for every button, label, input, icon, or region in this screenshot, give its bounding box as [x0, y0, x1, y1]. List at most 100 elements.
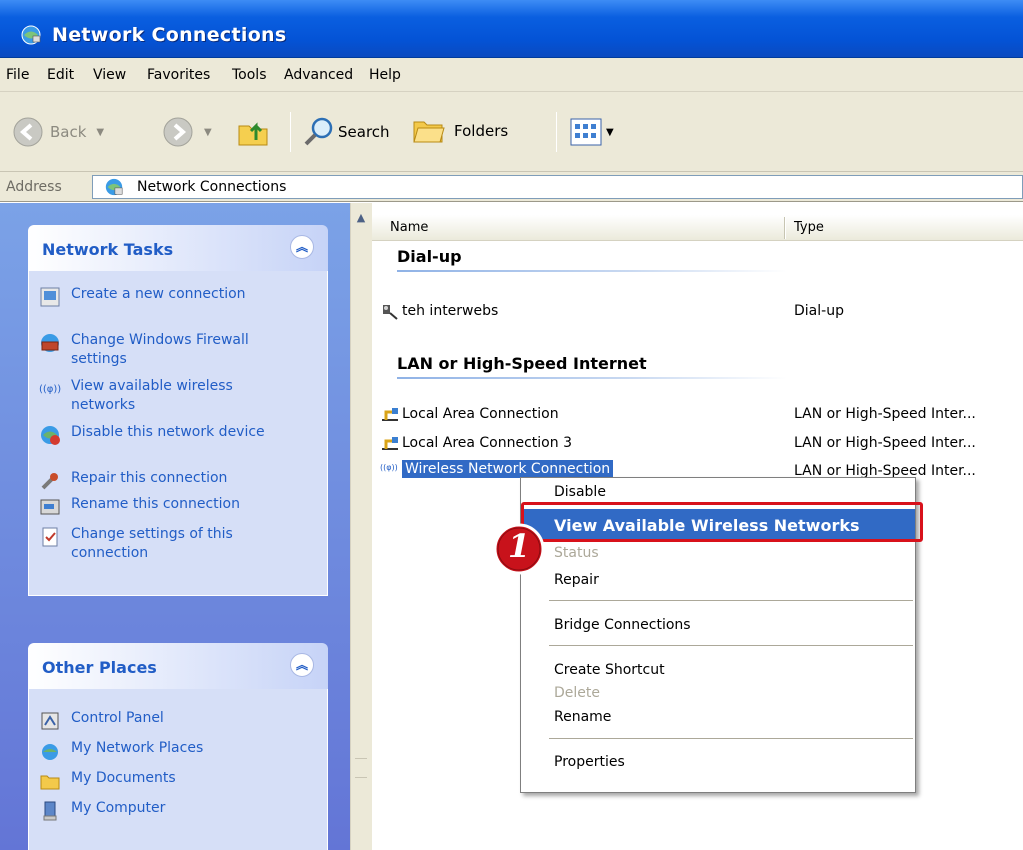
address-bar: Address Network Connections — [0, 172, 1023, 202]
menu-item-disable[interactable]: Disable — [521, 479, 915, 505]
task-view-wireless[interactable]: ((φ)) View available wireless networks — [39, 377, 281, 415]
column-header: Name Type — [372, 215, 1023, 241]
place-my-network-places[interactable]: My Network Places — [39, 739, 281, 762]
other-places-header[interactable]: Other Places ︽ — [28, 643, 328, 689]
settings-icon — [42, 527, 58, 547]
group-divider — [397, 377, 787, 379]
list-item[interactable]: Local Area Connection 3 — [380, 433, 572, 453]
address-field[interactable]: Network Connections — [92, 175, 1023, 199]
item-type: LAN or High-Speed Inter... — [794, 406, 976, 422]
task-repair-connection[interactable]: Repair this connection — [39, 469, 281, 492]
network-tasks-header[interactable]: Network Tasks ︽ — [28, 225, 328, 271]
up-folder-icon — [238, 122, 268, 146]
views-button[interactable]: ▼ — [570, 118, 614, 146]
menu-item-repair[interactable]: Repair — [521, 567, 915, 593]
svg-text:((φ)): ((φ)) — [39, 384, 61, 395]
back-label: Back — [50, 123, 87, 141]
address-label: Address — [6, 179, 62, 195]
views-icon — [570, 118, 602, 146]
item-type: LAN or High-Speed Inter... — [794, 435, 976, 451]
documents-folder-icon — [40, 775, 60, 790]
item-name: Local Area Connection — [402, 406, 559, 422]
back-arrow-icon — [13, 117, 43, 147]
dialup-icon — [383, 305, 398, 320]
place-my-computer[interactable]: My Computer — [39, 799, 281, 822]
item-name: Wireless Network Connection — [402, 460, 614, 478]
menu-view[interactable]: View — [93, 67, 126, 83]
group-header: Dial-up — [397, 247, 462, 266]
menu-separator — [549, 600, 913, 601]
item-name: teh interwebs — [402, 303, 499, 319]
folders-button[interactable]: Folders — [412, 116, 508, 146]
splitter-grip[interactable] — [355, 758, 367, 778]
collapse-icon[interactable]: ︽ — [290, 653, 314, 677]
pane-splitter[interactable]: ▲ — [350, 203, 372, 850]
list-item-selected[interactable]: ((φ)) Wireless Network Connection — [380, 459, 614, 479]
place-control-panel[interactable]: Control Panel — [39, 709, 281, 732]
menu-help[interactable]: Help — [369, 67, 401, 83]
views-dropdown-icon[interactable]: ▼ — [606, 127, 614, 138]
up-folder-button[interactable] — [236, 114, 272, 150]
search-label: Search — [338, 123, 390, 141]
repair-icon — [41, 473, 58, 490]
title-bar[interactable]: Network Connections — [0, 0, 1023, 58]
list-item[interactable]: teh interwebs — [380, 301, 498, 321]
column-type[interactable]: Type — [794, 220, 824, 235]
task-change-settings[interactable]: Change settings of this connection — [39, 525, 281, 563]
network-tasks-panel: Network Tasks ︽ Create a new connection … — [28, 225, 328, 596]
address-value: Network Connections — [137, 179, 287, 195]
computer-icon — [43, 801, 57, 821]
step-number: 1 — [507, 527, 531, 565]
search-button[interactable]: Search — [302, 114, 390, 150]
network-connections-icon — [105, 178, 123, 196]
network-tasks-body: Create a new connection Change Windows F… — [28, 271, 328, 596]
menu-bar: File Edit View Favorites Tools Advanced … — [0, 58, 1023, 92]
menu-item-rename[interactable]: Rename — [521, 704, 915, 730]
toolbar-separator — [556, 112, 557, 152]
menu-edit[interactable]: Edit — [47, 67, 74, 83]
list-item[interactable]: Local Area Connection — [380, 404, 559, 424]
forward-arrow-icon — [163, 117, 193, 147]
task-pane: Network Tasks ︽ Create a new connection … — [0, 203, 350, 850]
lan-connection-icon — [382, 408, 398, 421]
network-connections-icon — [21, 25, 41, 45]
menu-item-view-wireless[interactable]: View Available Wireless Networks — [521, 509, 915, 541]
menu-file[interactable]: File — [6, 67, 29, 83]
disable-device-icon — [41, 426, 60, 445]
task-disable-device[interactable]: Disable this network device — [39, 423, 281, 446]
rename-icon — [40, 499, 60, 515]
firewall-icon — [41, 334, 59, 352]
menu-advanced[interactable]: Advanced — [284, 67, 353, 83]
column-name[interactable]: Name — [390, 220, 428, 235]
menu-favorites[interactable]: Favorites — [147, 67, 210, 83]
item-name: Local Area Connection 3 — [402, 435, 572, 451]
menu-separator — [549, 738, 913, 739]
lan-connection-icon — [382, 437, 398, 450]
menu-separator — [549, 645, 913, 646]
forward-button[interactable]: ▼ — [162, 116, 212, 148]
column-divider[interactable] — [784, 217, 786, 239]
menu-item-bridge[interactable]: Bridge Connections — [521, 612, 915, 638]
menu-item-delete[interactable]: Delete — [521, 680, 915, 706]
collapse-icon[interactable]: ︽ — [290, 235, 314, 259]
other-places-body: Control Panel My Network Places My Docum… — [28, 689, 328, 850]
menu-item-status[interactable]: Status — [521, 540, 915, 566]
forward-dropdown-icon[interactable]: ▼ — [204, 127, 212, 138]
network-places-icon — [42, 744, 58, 760]
toolbar-separator — [290, 112, 291, 152]
menu-tools[interactable]: Tools — [232, 67, 267, 83]
folders-label: Folders — [454, 122, 509, 140]
task-firewall-settings[interactable]: Change Windows Firewall settings — [39, 331, 281, 369]
back-button[interactable]: Back ▼ — [12, 116, 104, 148]
place-my-documents[interactable]: My Documents — [39, 769, 281, 792]
scroll-up-icon[interactable]: ▲ — [353, 209, 369, 225]
menu-item-properties[interactable]: Properties — [521, 749, 915, 775]
task-create-connection[interactable]: Create a new connection — [39, 285, 281, 308]
folders-icon — [413, 121, 445, 143]
task-rename-connection[interactable]: Rename this connection — [39, 495, 281, 518]
back-dropdown-icon[interactable]: ▼ — [96, 127, 104, 138]
wireless-icon: ((φ)) — [39, 384, 61, 395]
toolbar: Back ▼ ▼ Search Folders ▼ — [0, 92, 1023, 172]
wireless-connection-icon: ((φ)) — [380, 463, 398, 472]
context-menu: Disable View Available Wireless Networks… — [520, 477, 916, 793]
